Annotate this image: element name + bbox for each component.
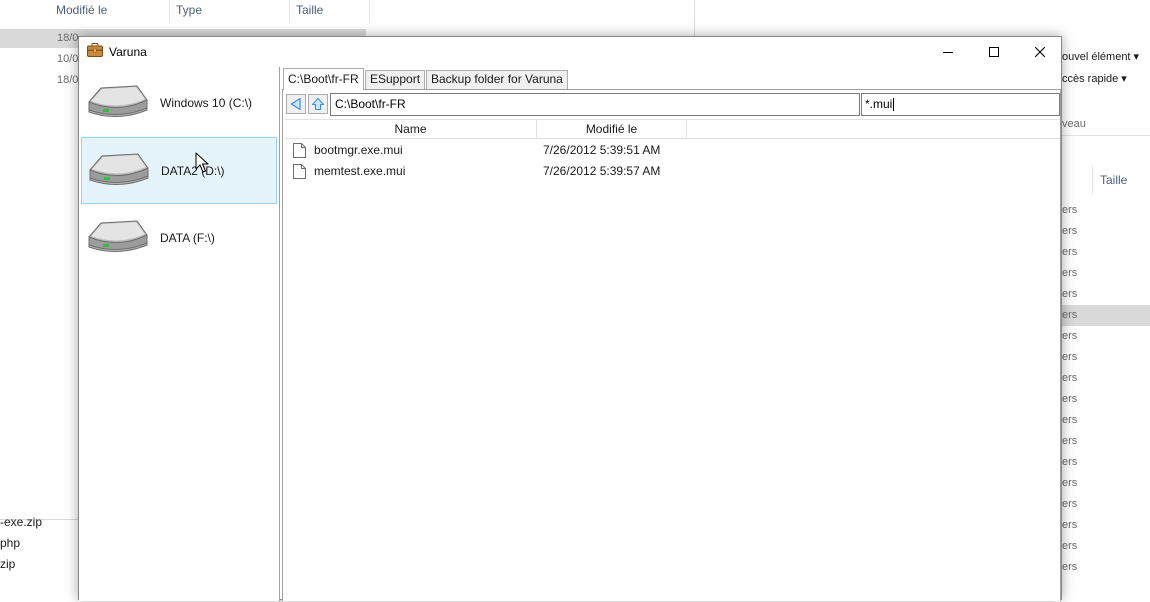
briefcase-icon — [87, 43, 103, 57]
close-button[interactable] — [1017, 37, 1063, 67]
drive-sidebar: Windows 10 (C:\) DATA2 (D:\) DATA (F:\) — [79, 67, 280, 601]
file-modified: 7/26/2012 5:39:57 AM — [543, 164, 661, 178]
tab-esupport[interactable]: ESupport — [365, 70, 426, 89]
hard-drive-icon — [88, 220, 148, 252]
bg-file-list: -exe.zip php zip — [0, 512, 42, 575]
back-button[interactable] — [286, 94, 306, 114]
file-name: bootmgr.exe.mui — [314, 143, 403, 157]
close-icon — [1035, 47, 1045, 57]
bg-date-cell: 18/0 — [57, 32, 79, 44]
bg-row: ers — [1062, 519, 1078, 531]
tab-backup-folder[interactable]: Backup folder for Varuna — [426, 70, 568, 89]
drive-label: DATA (F:\) — [160, 231, 215, 245]
bg-date-cell: 18/0 — [57, 74, 79, 86]
drive-label: DATA2 (D:\) — [161, 164, 225, 178]
bg-ribbon-group-label: veau — [1062, 118, 1086, 130]
bg-column-type: Type — [170, 0, 290, 22]
file-row[interactable]: memtest.exe.mui 7/26/2012 5:39:57 AM — [285, 161, 1060, 182]
hard-drive-icon — [88, 85, 148, 117]
drive-label: Windows 10 (C:\) — [160, 96, 253, 110]
bg-row: ers — [1062, 330, 1078, 342]
file-name: memtest.exe.mui — [314, 164, 406, 178]
parent-folder-button[interactable] — [308, 94, 328, 114]
bg-row: ers — [1062, 498, 1078, 510]
text-caret — [893, 98, 895, 112]
filter-input[interactable]: *.mui — [861, 93, 1060, 116]
bg-file-item: zip — [0, 557, 16, 571]
minimize-icon — [943, 52, 953, 53]
drive-item-d[interactable]: DATA2 (D:\) — [81, 137, 277, 204]
bg-file-item: php — [0, 536, 21, 550]
background-explorer-window-right: ouvel élément ▾ ccès rapide ▾ veau Taill… — [1062, 0, 1150, 600]
file-list-header: Name Modifié le — [285, 120, 1060, 139]
bg-column-modified: Modifié le — [50, 0, 170, 22]
bg-new-item-button: ouvel élément ▾ — [1062, 51, 1140, 63]
bg-file-item: -exe.zip — [0, 515, 43, 529]
hard-drive-icon — [89, 153, 149, 185]
bg-row: ers — [1062, 288, 1078, 300]
drive-item-f[interactable]: DATA (F:\) — [81, 205, 277, 272]
bg-column-size: Taille — [1100, 173, 1128, 187]
arrow-up-icon — [311, 97, 325, 111]
file-list: Name Modifié le bootmgr.exe.mui 7/26/201… — [285, 119, 1060, 602]
bg-ribbon: ouvel élément ▾ ccès rapide ▾ veau — [1062, 36, 1150, 136]
bg-row: ers — [1062, 456, 1078, 468]
bg-row: ers — [1062, 204, 1078, 216]
file-modified: 7/26/2012 5:39:51 AM — [543, 143, 661, 157]
arrow-left-icon — [290, 97, 301, 111]
bg-date-cell: 10/0 — [57, 53, 79, 65]
bg-quick-access-button: ccès rapide ▾ — [1062, 73, 1127, 85]
tab-boot-fr-fr[interactable]: C:\Boot\fr-FR — [283, 68, 364, 90]
bg-row: ers — [1062, 561, 1078, 573]
bg-row: ers — [1062, 267, 1078, 279]
title-bar[interactable]: Varuna — [79, 37, 1061, 67]
folder-panel: C:\Boot\fr-FR *.mui Name Modifié le boot… — [282, 89, 1061, 601]
mouse-cursor-icon — [195, 152, 209, 173]
bg-row: ers — [1062, 414, 1078, 426]
window-title: Varuna — [109, 45, 147, 59]
bg-column-separator — [1092, 166, 1093, 194]
filter-value: *.mui — [865, 97, 893, 111]
maximize-icon — [989, 47, 999, 57]
varuna-window: Varuna Windows 10 (C:\) DATA2 (D:\) DATA… — [78, 36, 1062, 601]
path-input[interactable]: C:\Boot\fr-FR — [330, 93, 860, 116]
column-name[interactable]: Name — [285, 120, 537, 139]
bg-row: ers — [1062, 246, 1078, 258]
bg-column-size: Taille — [290, 0, 370, 22]
bg-row: ers — [1062, 435, 1078, 447]
bg-row: ers — [1062, 540, 1078, 552]
bg-row: ers — [1062, 477, 1078, 489]
bg-row: ers — [1062, 225, 1078, 237]
bg-row: ers — [1062, 372, 1078, 384]
file-icon — [293, 143, 306, 158]
path-value: C:\Boot\fr-FR — [335, 97, 406, 111]
file-icon — [293, 164, 306, 179]
maximize-button[interactable] — [971, 37, 1017, 67]
column-modified[interactable]: Modifié le — [537, 120, 687, 139]
drive-item-c[interactable]: Windows 10 (C:\) — [81, 70, 277, 137]
minimize-button[interactable] — [925, 37, 971, 67]
bg-row: ers — [1062, 305, 1150, 326]
bg-row: ers — [1062, 351, 1078, 363]
bg-row: ers — [1062, 393, 1078, 405]
file-row[interactable]: bootmgr.exe.mui 7/26/2012 5:39:51 AM — [285, 140, 1060, 161]
